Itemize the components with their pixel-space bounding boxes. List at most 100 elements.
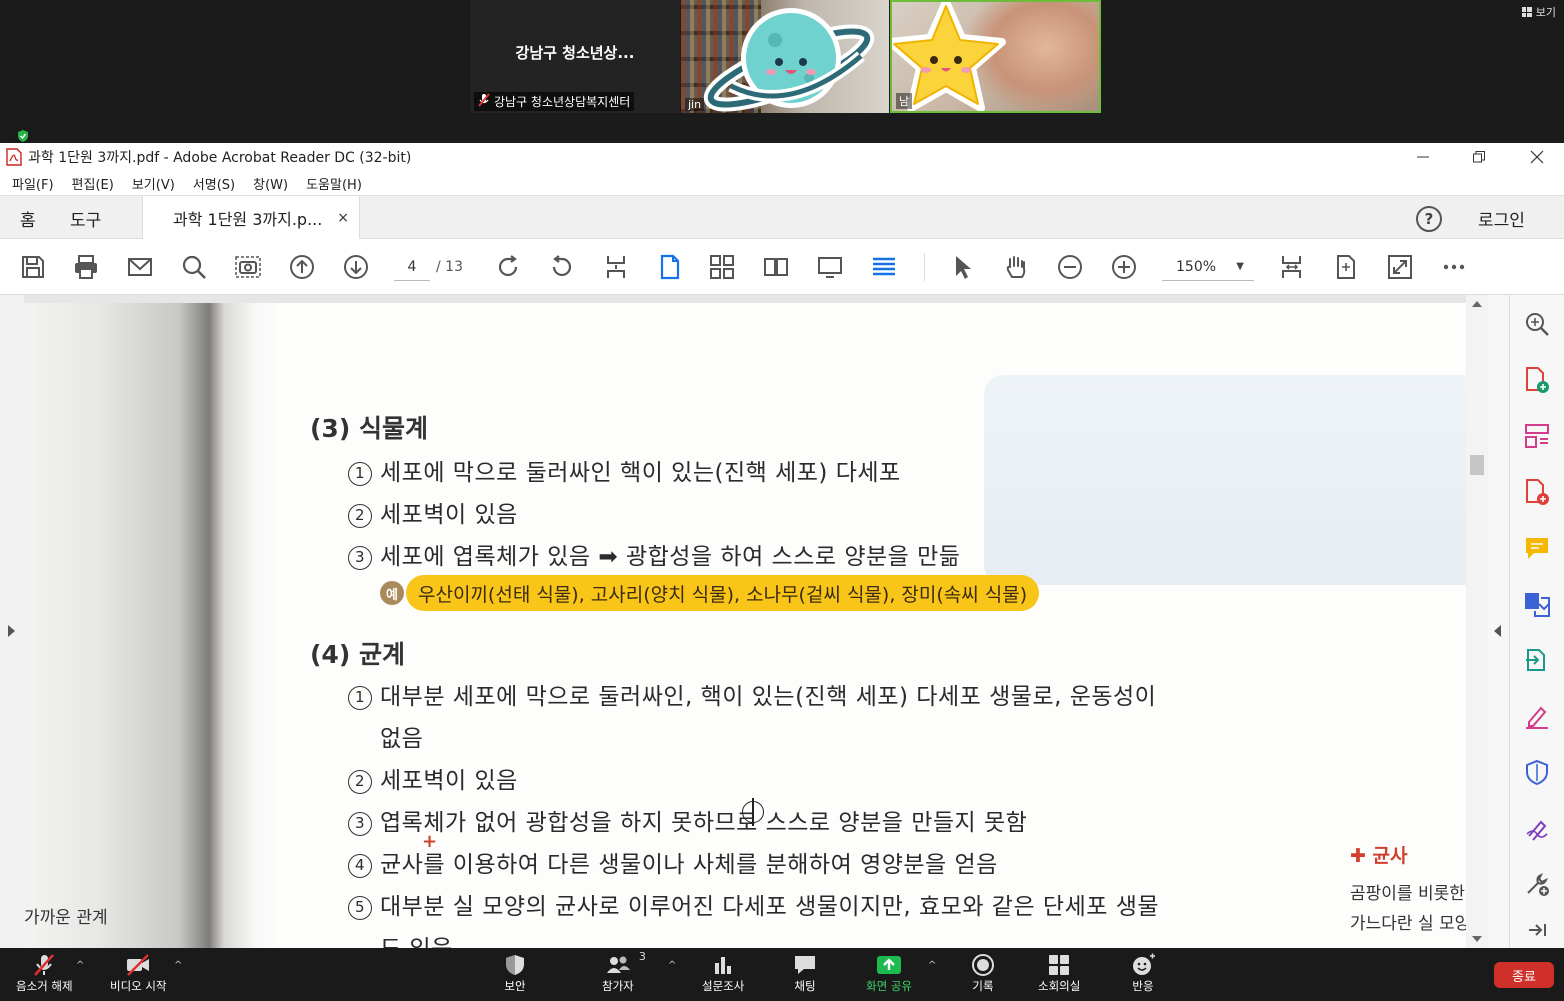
breakout-rooms-button[interactable]: 소회의실	[1038, 952, 1080, 994]
section3-title: (3) 식물계	[310, 414, 428, 443]
minimize-button[interactable]	[1400, 143, 1446, 171]
read-mode-button[interactable]	[868, 251, 900, 283]
search-zoom-tool[interactable]	[1522, 309, 1552, 339]
organize-pages-tool[interactable]	[1522, 421, 1552, 451]
poll-label: 설문조사	[702, 979, 745, 993]
zoom-meeting-controls: 음소거 해제 ^ 비디오 시작 ^ 보안 3 참가자 ^ 설문조사 채팅 화면 …	[0, 948, 1564, 1001]
end-meeting-button[interactable]: 종료	[1494, 962, 1554, 988]
menu-view[interactable]: 보기(V)	[132, 174, 175, 193]
left-margin-text: 가까운 관계	[24, 908, 108, 928]
item-text: 균사를 이용하여 다른 생물이나 사체를 분해하여 영양분을 얻음	[380, 852, 998, 878]
fit-page-button[interactable]	[600, 251, 632, 283]
close-window-button[interactable]	[1514, 143, 1560, 171]
export-pdf-tool[interactable]	[1522, 589, 1552, 619]
edit-pdf-icon	[1526, 479, 1549, 505]
email-button[interactable]	[124, 251, 156, 283]
rotate-clockwise-button[interactable]	[492, 251, 524, 283]
item-number: 2	[348, 504, 372, 528]
menu-sign[interactable]: 서명(S)	[193, 174, 235, 193]
zoom-in-button[interactable]	[1108, 251, 1140, 283]
snapshot-button[interactable]	[232, 251, 264, 283]
participants-button[interactable]: 3 참가자	[602, 950, 646, 994]
comment-icon	[1526, 538, 1548, 559]
poll-button[interactable]: 설문조사	[702, 952, 744, 994]
request-signature-tool[interactable]	[1522, 813, 1552, 843]
save-button[interactable]	[17, 251, 49, 283]
start-video-button[interactable]: 비디오 시작	[110, 952, 167, 994]
select-tool-button[interactable]	[946, 251, 978, 283]
close-icon	[1530, 150, 1544, 164]
share-options-caret-icon[interactable]: ^	[928, 960, 936, 971]
comment-tool[interactable]	[1522, 533, 1552, 563]
print-button[interactable]	[70, 251, 102, 283]
scroll-up-icon[interactable]	[1472, 301, 1482, 307]
page-number-input[interactable]: 4	[394, 253, 430, 281]
zoom-level-dropdown[interactable]: 150% ▼	[1162, 253, 1254, 281]
tab-document[interactable]: 과학 1단원 3까지.p... ×	[142, 196, 360, 240]
record-button[interactable]: 기록	[970, 952, 996, 994]
menu-bar: 파일(F) 편집(E) 보기(V) 서명(S) 창(W) 도움말(H)	[0, 171, 1564, 195]
collapse-panel-button[interactable]	[1522, 921, 1552, 951]
item-number: 3	[348, 546, 372, 570]
single-page-view-button[interactable]	[654, 251, 686, 283]
more-tools-button[interactable]	[1438, 251, 1470, 283]
menu-window[interactable]: 창(W)	[253, 174, 288, 193]
menu-help[interactable]: 도움말(H)	[306, 174, 362, 193]
scrollbar-thumb[interactable]	[1470, 455, 1484, 475]
fit-page-full-button[interactable]	[1330, 251, 1362, 283]
section4-item-4: 4 균사를 이용하여 다른 생물이나 사체를 분해하여 영양분을 얻음	[348, 845, 998, 879]
fit-width-scroll-button[interactable]	[1276, 251, 1308, 283]
unmute-button[interactable]: 음소거 해제	[16, 952, 73, 994]
screen: 강남구 청소년상... 강남구 청소년상담복지센터 jin 남 보기 과학 1단…	[0, 0, 1564, 1001]
video-options-caret-icon[interactable]: ^	[174, 960, 182, 971]
restore-button[interactable]	[1456, 143, 1502, 171]
more-tools-panel-button[interactable]	[1522, 869, 1552, 899]
previous-page-button[interactable]	[286, 251, 318, 283]
arrow-down-circle-icon	[344, 255, 368, 279]
audio-options-caret-icon[interactable]: ^	[76, 960, 84, 971]
document-viewport[interactable]: 가까운 관계 (3) 식물계 1 세포에 막으로 둘러싸인 핵이 있는(진핵 세포…	[0, 295, 1510, 948]
example-badge: 예	[380, 581, 404, 605]
fill-sign-tool[interactable]	[1522, 701, 1552, 731]
full-screen-button[interactable]	[1384, 251, 1416, 283]
reactions-button[interactable]: 반응	[1130, 952, 1156, 994]
lines-icon	[873, 257, 895, 276]
item-text: 대부분 세포에 막으로 둘러싸인, 핵이 있는(진핵 세포) 다세포 생물로, …	[380, 684, 1157, 710]
tab-tools[interactable]: 도구	[70, 196, 101, 240]
login-button[interactable]: 로그인	[1478, 196, 1525, 240]
scroll-down-icon[interactable]	[1472, 936, 1482, 942]
zoom-out-button[interactable]	[1054, 251, 1086, 283]
next-page-button[interactable]	[340, 251, 372, 283]
full-screen-mode-button[interactable]	[814, 251, 846, 283]
video-tile-3-active-speaker[interactable]: 남	[890, 0, 1101, 113]
vertical-scrollbar[interactable]	[1466, 295, 1488, 948]
left-panel-toggle[interactable]	[0, 295, 24, 948]
create-pdf-tool[interactable]	[1522, 365, 1552, 395]
unmute-label: 음소거 해제	[16, 979, 73, 993]
rotate-counterclockwise-button[interactable]	[546, 251, 578, 283]
right-panel-toggle[interactable]	[1488, 295, 1510, 948]
item-text: 엽록체가 없어 광합성을 하지 못하므로 스스로 양분을 만들지 못함	[380, 810, 1028, 836]
security-button[interactable]: 보안	[502, 952, 528, 994]
protect-tool[interactable]	[1522, 757, 1552, 787]
hand-tool-button[interactable]	[1000, 251, 1032, 283]
section4-item-2: 2 세포벽이 있음	[348, 761, 518, 795]
tab-home[interactable]: 홈	[20, 196, 36, 240]
security-shield-icon	[506, 955, 524, 975]
scrolling-view-button[interactable]	[706, 251, 738, 283]
share-screen-button[interactable]: 화면 공유	[866, 952, 912, 994]
view-button[interactable]: 보기	[1521, 4, 1556, 20]
video-tile-1[interactable]: 강남구 청소년상... 강남구 청소년상담복지센터	[470, 0, 680, 113]
participants-options-caret-icon[interactable]: ^	[668, 960, 676, 971]
chevron-left-icon	[1494, 625, 1501, 637]
search-button[interactable]	[178, 251, 210, 283]
help-icon[interactable]: ?	[1416, 206, 1442, 232]
send-for-review-tool[interactable]	[1522, 645, 1552, 675]
two-page-view-button[interactable]	[760, 251, 792, 283]
tab-close-button[interactable]: ×	[337, 210, 349, 226]
edit-pdf-tool[interactable]	[1522, 477, 1552, 507]
chat-button[interactable]: 채팅	[792, 952, 818, 994]
video-tile-2[interactable]: jin	[681, 0, 889, 113]
menu-edit[interactable]: 편집(E)	[72, 174, 114, 193]
menu-file[interactable]: 파일(F)	[12, 174, 54, 193]
